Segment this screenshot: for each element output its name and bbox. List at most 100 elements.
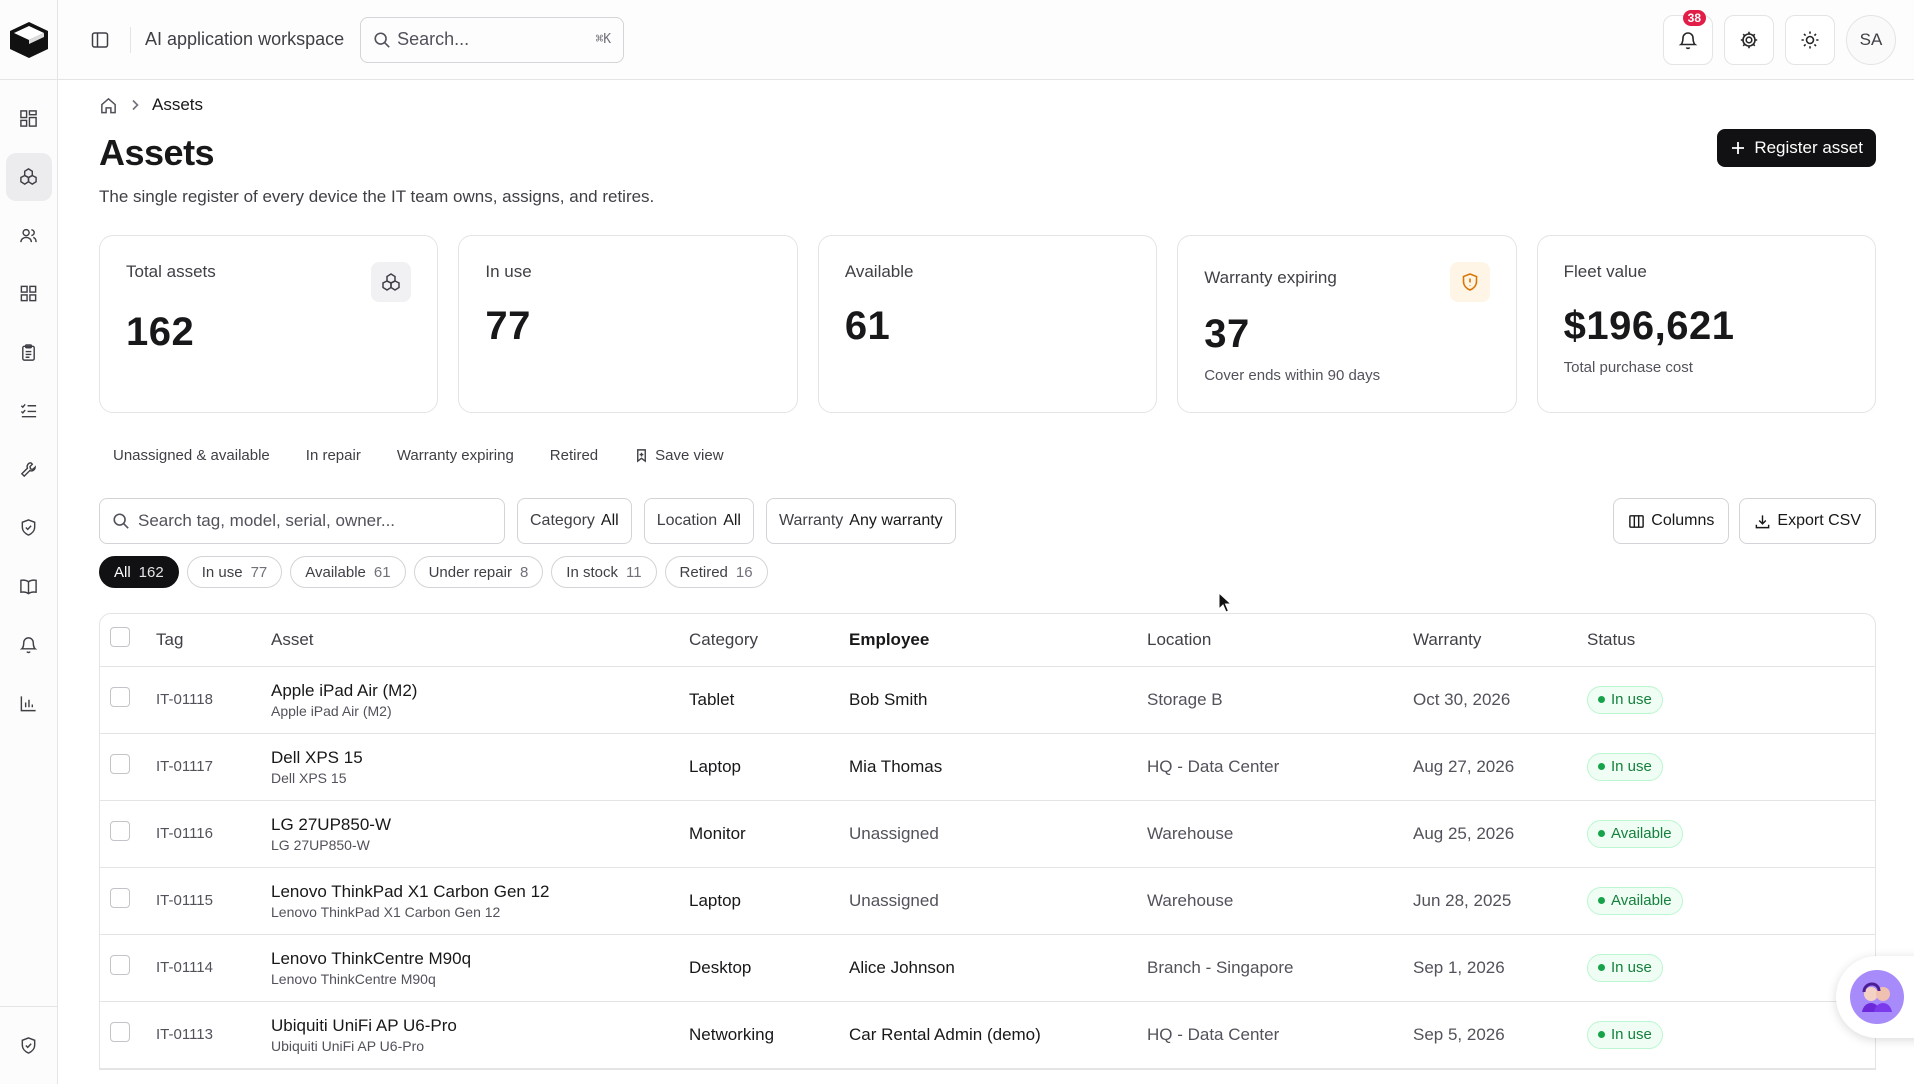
asset-name[interactable]: Lenovo ThinkCentre M90q — [271, 949, 673, 969]
column-header-employee[interactable]: Employee — [841, 614, 1139, 667]
theme-toggle-button[interactable] — [1785, 14, 1835, 65]
pill-retired[interactable]: Retired 16 — [664, 556, 768, 588]
nav-docs[interactable] — [6, 562, 52, 610]
column-header-status[interactable]: Status — [1579, 614, 1875, 667]
pill-in-stock[interactable]: In stock 11 — [551, 556, 657, 588]
nav-tools[interactable] — [6, 445, 52, 493]
settings-button[interactable] — [1724, 14, 1774, 65]
columns-icon — [1629, 514, 1645, 528]
table-row[interactable]: IT-01115 Lenovo ThinkPad X1 Carbon Gen 12… — [100, 867, 1875, 935]
pill-count: 61 — [373, 563, 391, 581]
sidebar-toggle-button[interactable] — [88, 28, 112, 52]
table-row[interactable]: IT-01113 Ubiquiti UniFi AP U6-Pro Ubiquiti… — [100, 1001, 1875, 1069]
pill-available[interactable]: Available 61 — [290, 556, 406, 588]
asset-search-input[interactable]: Search tag, model, serial, owner... — [99, 498, 505, 544]
warranty-filter[interactable]: Warranty Any warranty — [765, 498, 956, 544]
view-warranty-expiring[interactable]: Warranty expiring — [397, 447, 514, 464]
user-avatar-button[interactable]: SA — [1846, 14, 1896, 65]
shield-icon — [21, 519, 36, 536]
view-in-repair[interactable]: In repair — [306, 447, 361, 464]
cell-location: Branch - Singapore — [1139, 934, 1405, 1002]
cell-employee: Car Rental Admin (demo) — [841, 1001, 1139, 1069]
stat-label: Available — [844, 262, 914, 281]
column-header-location[interactable]: Location — [1139, 614, 1405, 667]
pill-under-repair[interactable]: Under repair 8 — [413, 556, 544, 588]
cell-category: Desktop — [681, 934, 841, 1002]
table-row[interactable]: IT-01117 Dell XPS 15 Dell XPS 15 Laptop Mia … — [100, 733, 1875, 801]
chevron-right-icon — [132, 99, 139, 111]
app-logo[interactable] — [0, 0, 57, 80]
clipboard-icon — [22, 343, 35, 361]
nav-dashboard[interactable] — [6, 94, 52, 142]
cell-employee: Alice Johnson — [841, 934, 1139, 1002]
nav-apps[interactable] — [6, 270, 52, 318]
nav-alerts[interactable] — [6, 621, 52, 669]
row-checkbox[interactable] — [110, 1022, 130, 1042]
stat-cards: Total assets 162 In use 77 Available 61 … — [99, 235, 1877, 413]
cell-status: In use — [1579, 1001, 1875, 1069]
cell-asset[interactable]: Ubiquiti UniFi AP U6-Pro Ubiquiti UniFi A… — [263, 1001, 681, 1069]
register-asset-button[interactable]: Register asset — [1717, 129, 1876, 167]
cell-location: HQ - Data Center — [1139, 733, 1405, 801]
asset-name[interactable]: Dell XPS 15 — [271, 748, 673, 768]
export-csv-button[interactable]: Export CSV — [1739, 498, 1876, 544]
row-checkbox[interactable] — [110, 955, 130, 975]
cell-employee: Unassigned — [841, 800, 1139, 868]
column-header-asset[interactable]: Asset — [263, 614, 681, 667]
column-header-category[interactable]: Category — [681, 614, 841, 667]
download-icon — [1756, 514, 1770, 528]
cell-status: Available — [1579, 867, 1875, 935]
nav-checklist[interactable] — [6, 387, 52, 435]
row-checkbox[interactable] — [110, 754, 130, 774]
cell-warranty: Sep 1, 2026 — [1405, 934, 1579, 1002]
cell-warranty: Aug 27, 2026 — [1405, 733, 1579, 801]
columns-button[interactable]: Columns — [1613, 498, 1730, 544]
home-icon[interactable] — [99, 96, 118, 115]
pill-all[interactable]: All 162 — [99, 556, 179, 588]
global-search-input[interactable]: Search... ⌘K — [360, 16, 625, 63]
view-unassigned[interactable]: Unassigned & available — [113, 447, 270, 464]
save-view-button[interactable]: Save view — [634, 447, 724, 464]
select-all-checkbox[interactable] — [110, 627, 130, 648]
asset-name[interactable]: Lenovo ThinkPad X1 Carbon Gen 12 — [271, 882, 673, 902]
cell-asset[interactable]: LG 27UP850-W LG 27UP850-W — [263, 800, 681, 868]
column-header-warranty[interactable]: Warranty — [1405, 614, 1579, 667]
view-retired[interactable]: Retired — [550, 447, 598, 464]
asset-name[interactable]: Ubiquiti UniFi AP U6-Pro — [271, 1016, 673, 1036]
nav-clipboard[interactable] — [6, 328, 52, 376]
status-dot-icon — [1598, 830, 1605, 837]
location-filter[interactable]: Location All — [643, 498, 754, 544]
cell-asset[interactable]: Dell XPS 15 Dell XPS 15 — [263, 733, 681, 801]
cell-employee: Unassigned — [841, 867, 1139, 935]
notifications-button[interactable]: 38 — [1663, 9, 1713, 65]
cell-asset[interactable]: Lenovo ThinkPad X1 Carbon Gen 12 Lenovo T… — [263, 867, 681, 935]
asset-name[interactable]: Apple iPad Air (M2) — [271, 681, 673, 701]
status-label: In use — [1611, 691, 1652, 708]
asset-model: Lenovo ThinkPad X1 Carbon Gen 12 — [271, 903, 501, 920]
table-row[interactable]: IT-01118 Apple iPad Air (M2) Apple iPad Ai… — [100, 666, 1875, 734]
category-filter[interactable]: Category All — [517, 498, 632, 544]
cell-asset[interactable]: Apple iPad Air (M2) Apple iPad Air (M2) — [263, 666, 681, 734]
row-checkbox[interactable] — [110, 687, 130, 707]
asset-name[interactable]: LG 27UP850-W — [271, 815, 673, 835]
nav-people[interactable] — [6, 211, 52, 259]
row-checkbox[interactable] — [110, 888, 130, 908]
cell-tag: IT-01117 — [148, 733, 263, 801]
nav-admin[interactable] — [6, 1022, 52, 1070]
nav-assets[interactable] — [5, 152, 52, 201]
column-header-tag[interactable]: Tag — [148, 614, 263, 667]
table-row[interactable]: IT-01116 LG 27UP850-W LG 27UP850-W Monitor U… — [100, 800, 1875, 868]
pill-label: Under repair — [428, 563, 512, 581]
cell-location: Storage B — [1139, 666, 1405, 734]
table-row[interactable]: IT-01114 Lenovo ThinkCentre M90q Lenovo Th… — [100, 934, 1875, 1002]
cell-tag: IT-01114 — [148, 934, 263, 1002]
assistant-launcher-button[interactable] — [1836, 956, 1914, 1038]
wrench-icon — [20, 461, 36, 477]
nav-security[interactable] — [6, 504, 52, 552]
row-checkbox[interactable] — [110, 821, 130, 841]
cell-asset[interactable]: Lenovo ThinkCentre M90q Lenovo ThinkCentr… — [263, 934, 681, 1002]
nav-reports[interactable] — [6, 679, 52, 727]
apps-icon — [20, 285, 37, 302]
pill-in-use[interactable]: In use 77 — [186, 556, 283, 588]
cell-tag: IT-01115 — [148, 867, 263, 935]
